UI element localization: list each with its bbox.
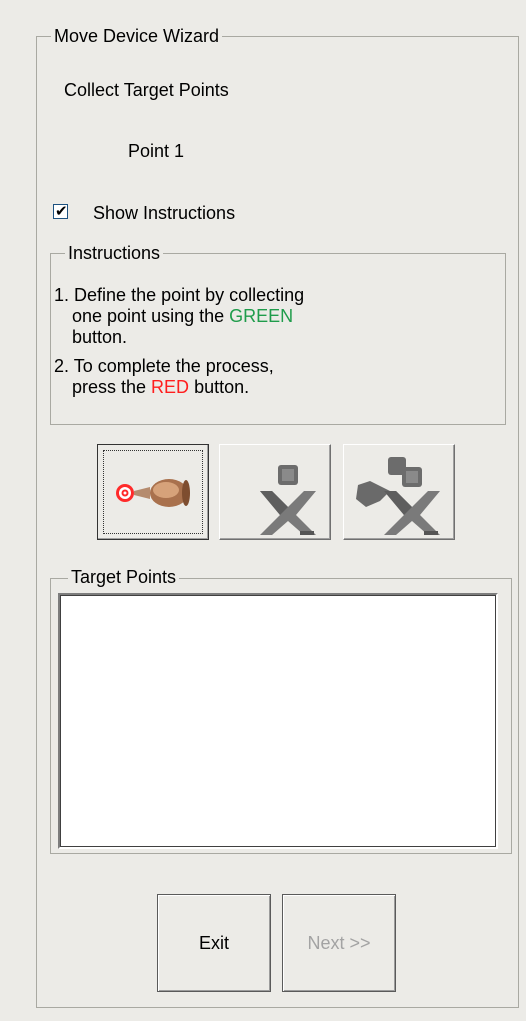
double-figure-button[interactable]	[343, 444, 455, 540]
point-label: Point 1	[128, 141, 185, 161]
collect-point-button[interactable]	[97, 444, 209, 540]
checkmark-icon: ✔	[55, 203, 68, 220]
probe-target-icon	[116, 479, 190, 507]
single-figure-button[interactable]	[219, 444, 331, 540]
checkbox-box[interactable]: ✔	[53, 203, 68, 220]
target-points-list[interactable]	[58, 593, 498, 849]
move-device-wizard-panel: Move Device Wizard Collect Target Points…	[0, 0, 526, 1021]
instructions-list: 1. Define the point by collecting one po…	[54, 285, 304, 406]
target-points-title: Target Points	[68, 567, 180, 587]
wizard-title: Move Device Wizard	[51, 26, 223, 46]
red-highlight: RED	[151, 377, 190, 397]
show-instructions-label: Show Instructions	[93, 203, 236, 223]
step-2-number: 2.	[54, 356, 70, 376]
double-figure-icon	[356, 457, 440, 535]
step-1-line1: Define the point by collecting	[74, 285, 305, 305]
exit-button[interactable]: Exit	[157, 894, 271, 992]
next-button[interactable]: Next >>	[282, 894, 396, 992]
instruction-step-1: 1. Define the point by collecting one po…	[54, 285, 304, 348]
instruction-step-2: 2. To complete the process, press the RE…	[54, 356, 304, 398]
step-2-line2-end: button.	[189, 377, 250, 397]
step-2-line1: To complete the process,	[73, 356, 274, 376]
green-highlight: GREEN	[229, 306, 294, 326]
single-figure-icon	[260, 465, 316, 535]
step-1-number: 1.	[54, 285, 70, 305]
step-title: Collect Target Points	[64, 80, 229, 100]
instructions-title: Instructions	[65, 243, 164, 263]
show-instructions-checkbox[interactable]: ✔ Show Instructions	[50, 200, 290, 224]
step-1-line2: one point using the	[72, 306, 230, 326]
step-1-line3: button.	[72, 327, 128, 347]
step-2-line2: press the	[72, 377, 152, 397]
